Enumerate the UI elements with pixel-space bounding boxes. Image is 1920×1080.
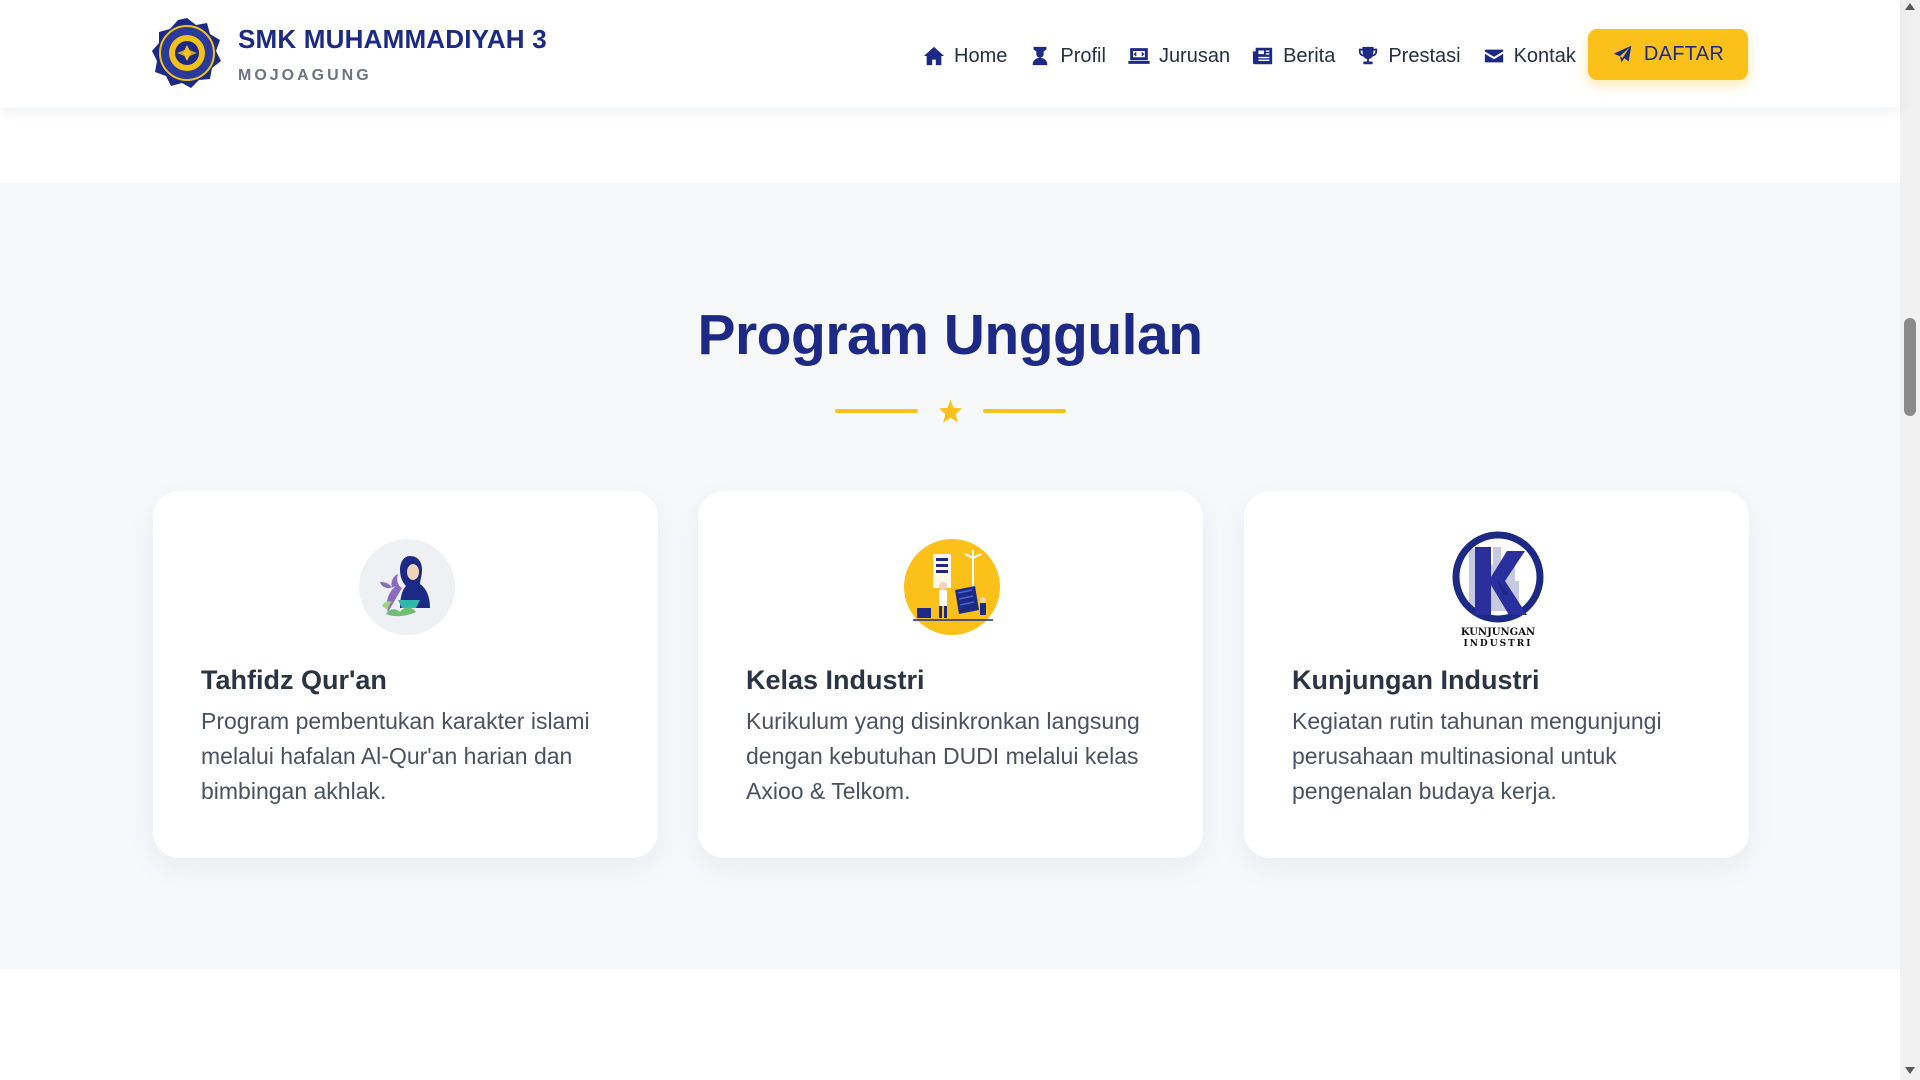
page-scrollbar[interactable] xyxy=(1900,0,1920,1080)
card-title: Kunjungan Industri xyxy=(1292,665,1540,695)
nav-home-label: Home xyxy=(954,44,1008,67)
scroll-down-arrow-icon[interactable] xyxy=(1905,1067,1915,1074)
daftar-button[interactable]: DAFTAR xyxy=(1588,29,1748,80)
star-icon xyxy=(938,399,963,424)
card-description: Program pembentukan karakter islami mela… xyxy=(201,708,590,804)
industry-workers-illustration xyxy=(904,539,1000,635)
home-icon xyxy=(923,46,945,66)
scrollbar-thumb[interactable] xyxy=(1904,318,1916,416)
card-description: Kegiatan rutin tahunan mengunjungi perus… xyxy=(1292,708,1662,804)
program-unggulan-section: Program Unggulan Tahfidz Qur'an Program … xyxy=(0,183,1900,969)
card-title: Tahfidz Qur'an xyxy=(201,665,387,695)
nav-kontak-label: Kontak xyxy=(1513,44,1576,67)
nav-profil[interactable]: Profil xyxy=(1029,45,1106,68)
brand-subtitle: MOJOAGUNG xyxy=(238,67,372,84)
svg-text:KUNJUNGAN: KUNJUNGAN xyxy=(1461,627,1535,638)
envelope-icon xyxy=(1484,49,1503,63)
newspaper-icon xyxy=(1253,47,1273,65)
quran-reader-illustration xyxy=(359,539,455,635)
user-graduate-icon xyxy=(1033,46,1048,66)
brand[interactable]: SMK MUHAMMADIYAH 3 MOJOAGUNG xyxy=(151,17,547,89)
nav-profil-label: Profil xyxy=(1060,44,1106,67)
trophy-icon xyxy=(1359,46,1378,65)
laptop-code-icon xyxy=(1128,48,1150,64)
daftar-label: DAFTAR xyxy=(1643,43,1725,65)
nav-prestasi[interactable]: Prestasi xyxy=(1357,44,1461,68)
nav-berita-label: Berita xyxy=(1283,44,1336,67)
card-description: Kurikulum yang disinkronkan langsung den… xyxy=(746,708,1140,804)
program-card-kelas-industri: Kelas Industri Kurikulum yang disinkronk… xyxy=(698,491,1203,858)
main-nav: Home Profil Jurusan Berita Prestasi Kont… xyxy=(923,38,1598,74)
title-divider-left xyxy=(835,409,918,413)
svg-text:INDUSTRI: INDUSTRI xyxy=(1464,639,1533,649)
section-title: Program Unggulan xyxy=(697,303,1203,367)
nav-kontak[interactable]: Kontak xyxy=(1483,45,1576,68)
brand-name: SMK MUHAMMADIYAH 3 xyxy=(238,24,547,54)
site-header: SMK MUHAMMADIYAH 3 MOJOAGUNG Home Profil… xyxy=(0,0,1900,107)
nav-jurusan-label: Jurusan xyxy=(1158,44,1231,67)
nav-berita[interactable]: Berita xyxy=(1252,45,1335,68)
kunjungan-industri-logo: KUNJUNGAN INDUSTRI xyxy=(1452,531,1544,649)
nav-home[interactable]: Home xyxy=(923,45,1007,68)
paper-plane-icon xyxy=(1613,45,1632,63)
title-divider-right xyxy=(983,409,1066,413)
scroll-up-arrow-icon[interactable] xyxy=(1905,3,1915,10)
nav-jurusan[interactable]: Jurusan xyxy=(1128,45,1230,68)
program-card-tahfidz: Tahfidz Qur'an Program pembentukan karak… xyxy=(153,491,658,858)
program-card-kunjungan-industri: KUNJUNGAN INDUSTRI Kunjungan Industri Ke… xyxy=(1244,491,1749,858)
card-title: Kelas Industri xyxy=(746,665,925,695)
school-logo xyxy=(152,18,221,88)
nav-prestasi-label: Prestasi xyxy=(1388,44,1461,67)
